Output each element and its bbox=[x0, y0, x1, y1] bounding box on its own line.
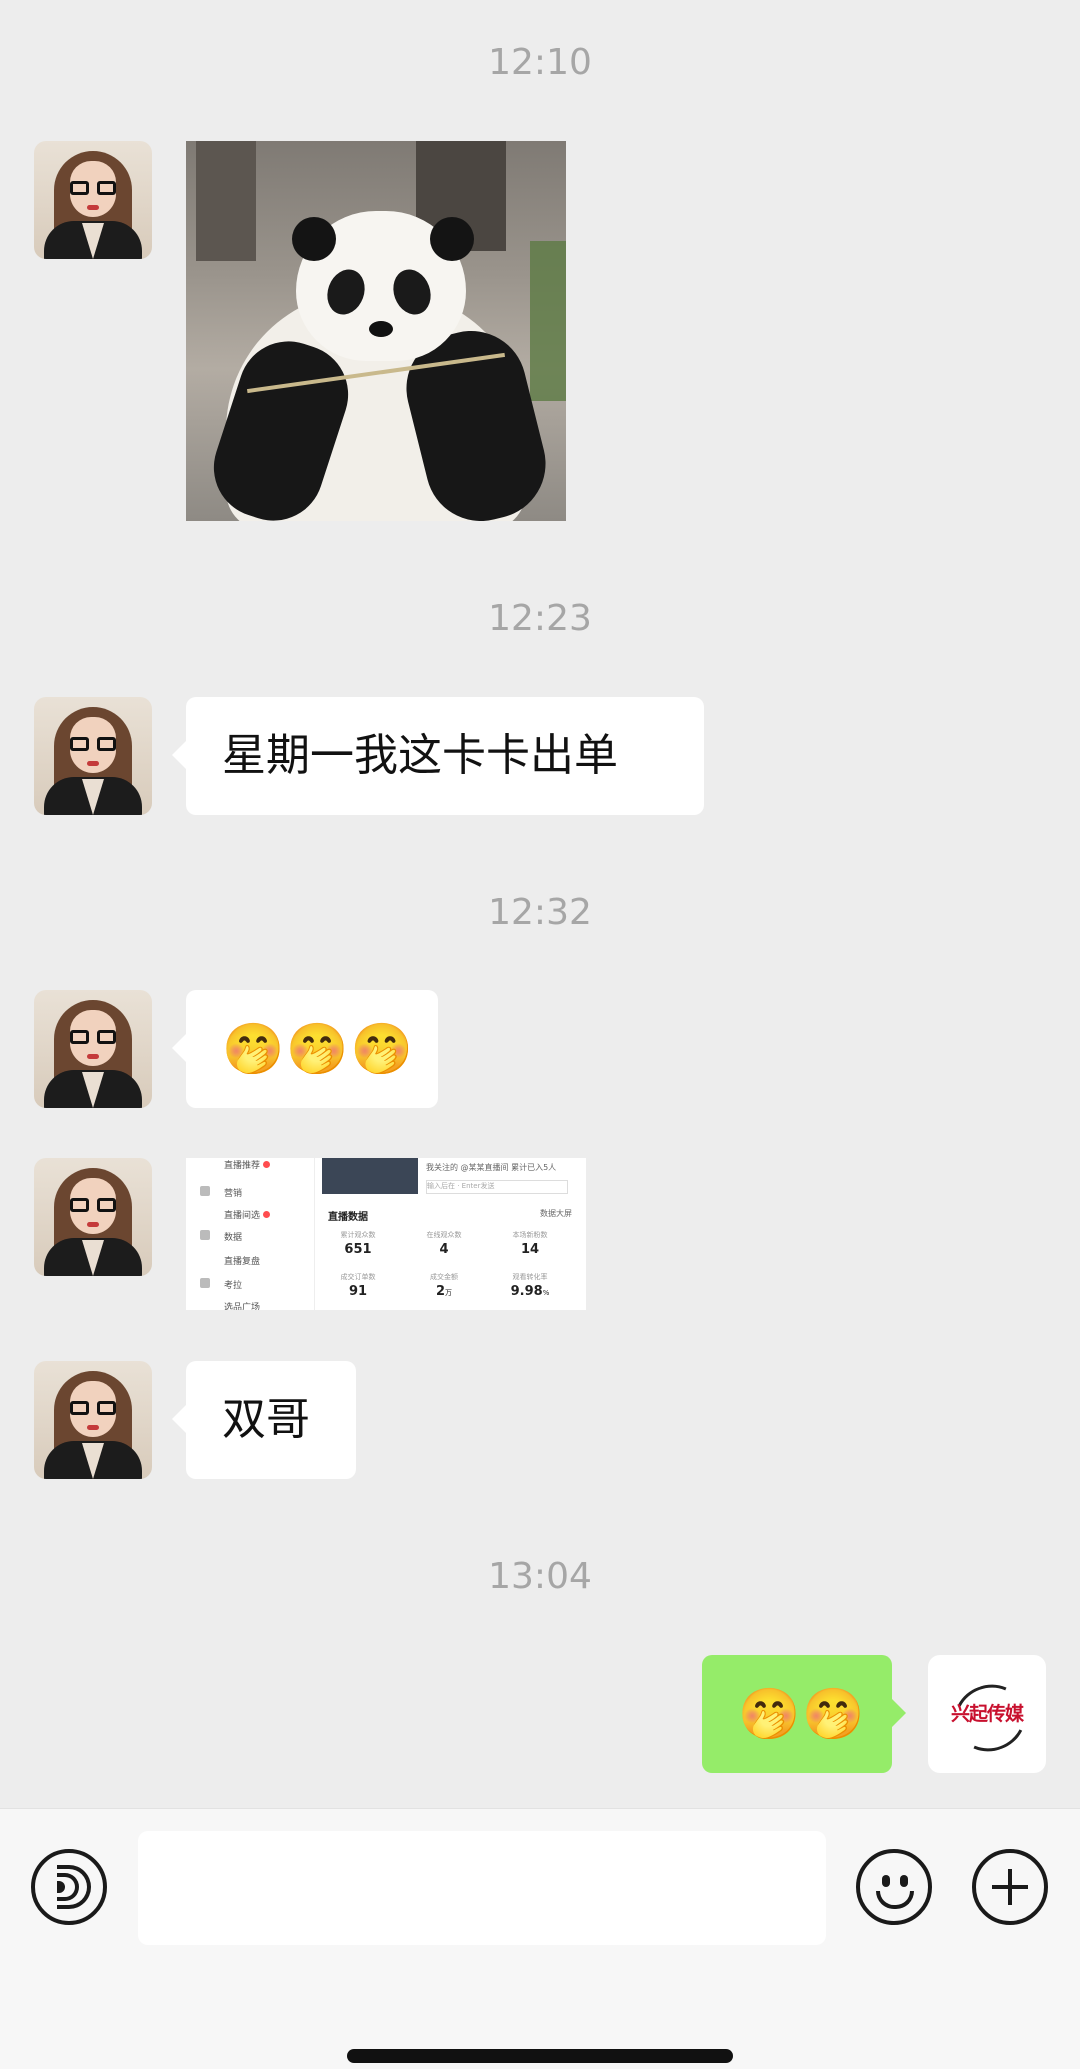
voice-input-icon[interactable] bbox=[31, 1849, 107, 1925]
nav-item: 数据 bbox=[224, 1233, 243, 1243]
contact-avatar[interactable] bbox=[34, 1158, 152, 1276]
text-message[interactable]: 星期一我这卡卡出单 bbox=[172, 697, 704, 815]
stat-cell: 观看转化率 9.98% bbox=[510, 1273, 550, 1299]
contact-avatar[interactable] bbox=[34, 990, 152, 1108]
message-input[interactable] bbox=[138, 1831, 826, 1945]
stat-cell: 成交订单数 91 bbox=[340, 1273, 376, 1299]
nav-item: 直播推荐 bbox=[224, 1158, 271, 1171]
timestamp: 12:32 bbox=[488, 892, 592, 933]
emoji-message[interactable]: 🤭🤭🤭 bbox=[172, 990, 438, 1108]
nav-item: 直播复盘 bbox=[224, 1257, 261, 1267]
plus-icon[interactable] bbox=[972, 1849, 1048, 1925]
chat-area[interactable]: 12:10 12:23 星期一我这卡卡出单 12:32 🤭🤭🤭 直播推荐 营销 … bbox=[0, 0, 1080, 1808]
home-indicator[interactable] bbox=[347, 2049, 733, 2063]
screenshot-image-message[interactable]: 直播推荐 营销 直播间选 数据 直播复盘 考拉 选品广场 我关注的 @某某直播间… bbox=[186, 1158, 586, 1310]
timestamp: 12:10 bbox=[488, 42, 592, 83]
nav-icon bbox=[200, 1230, 210, 1240]
stat-cell: 在线观众数 4 bbox=[426, 1231, 462, 1257]
emoji-icon[interactable] bbox=[856, 1849, 932, 1925]
outgoing-emoji-message[interactable]: 🤭🤭 bbox=[702, 1655, 906, 1773]
nav-item: 考拉 bbox=[224, 1281, 243, 1291]
stat-cell: 成交金额 2万 bbox=[430, 1273, 458, 1299]
contact-avatar[interactable] bbox=[34, 1361, 152, 1479]
panda-image-message[interactable] bbox=[186, 141, 566, 521]
screenshot-nav: 直播推荐 营销 直播间选 数据 直播复盘 考拉 选品广场 bbox=[186, 1158, 315, 1310]
input-toolbar bbox=[0, 1808, 1080, 2069]
panel-link: 数据大屏 bbox=[540, 1209, 572, 1218]
nav-item: 选品广场 bbox=[224, 1303, 261, 1310]
nav-icon bbox=[200, 1186, 210, 1196]
stat-cell: 累计观众数 651 bbox=[340, 1231, 376, 1257]
timestamp: 13:04 bbox=[488, 1556, 592, 1597]
stat-cell: 本场新粉数 14 bbox=[512, 1231, 548, 1257]
my-avatar[interactable]: 兴起传媒 bbox=[928, 1655, 1046, 1773]
text-message[interactable]: 双哥 bbox=[172, 1361, 356, 1479]
contact-avatar[interactable] bbox=[34, 141, 152, 259]
panel-title: 直播数据 bbox=[328, 1212, 368, 1223]
nav-icon bbox=[200, 1278, 210, 1288]
live-data-panel: 直播数据 数据大屏 累计观众数 651 在线观众数 4 本场新粉数 14 成交订… bbox=[318, 1200, 580, 1310]
nav-item: 直播间选 bbox=[224, 1208, 271, 1221]
brand-logo: 兴起传媒 bbox=[950, 1703, 1024, 1725]
video-thumbnail bbox=[322, 1158, 418, 1194]
screenshot-input-line: 输入后在 · Enter发送 bbox=[426, 1180, 568, 1194]
nav-item: 营销 bbox=[224, 1189, 243, 1199]
contact-avatar[interactable] bbox=[34, 697, 152, 815]
timestamp: 12:23 bbox=[488, 598, 592, 639]
screenshot-top-line: 我关注的 @某某直播间 累计已入5人 bbox=[426, 1163, 557, 1172]
